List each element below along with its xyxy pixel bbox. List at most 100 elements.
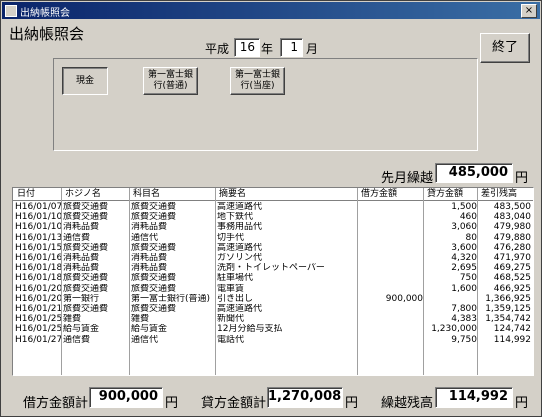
cell-account: 旅費交通費	[131, 212, 177, 223]
cell-account: 消耗品費	[131, 253, 168, 263]
cell-partner: 消耗品費	[63, 263, 100, 274]
cell-credit: 7,800	[451, 304, 477, 314]
cell-date: H16/01/20	[15, 283, 61, 294]
cell-partner: 通信費	[63, 334, 91, 345]
cell-credit: 750	[459, 273, 477, 284]
year-unit-label: 年	[261, 42, 274, 56]
cell-balance: 479,880	[493, 232, 531, 243]
close-icon[interactable]: ×	[521, 4, 537, 18]
table-row[interactable]: H16/01/15 旅費交通費 旅費交通費 高速道路代 3,600 476,280	[13, 243, 533, 253]
cell-balance: 469,275	[493, 263, 531, 274]
cell-date: H16/01/10	[15, 212, 61, 223]
debit-total-field: 900,000	[89, 387, 163, 408]
cell-account: 通信代	[131, 232, 159, 243]
header-memo[interactable]: 摘要名	[217, 188, 359, 200]
cell-memo: 地下鉄代	[217, 212, 254, 223]
cell-balance: 483,040	[493, 212, 531, 223]
cell-account: 第一富士銀行(普通)	[131, 293, 211, 304]
cell-memo: 12月分給与支払	[217, 324, 283, 335]
table-row[interactable]: H16/01/13 通信費 通信代 切手代 80 479,880	[13, 233, 533, 243]
exit-button[interactable]: 終了	[480, 33, 530, 63]
cell-memo: 事務用品代	[217, 222, 263, 233]
cell-account: 旅費交通費	[131, 283, 177, 294]
table-row[interactable]: H16/01/27 通信費 通信代 電話代 9,750 114,992	[13, 335, 533, 345]
cell-partner: 旅費交通費	[63, 283, 109, 294]
cell-memo: 洗剤・トイレットペーパー	[217, 263, 325, 274]
table-row[interactable]: H16/01/20 旅費交通費 旅費交通費 電車賃 1,600 466,925	[13, 284, 533, 294]
cell-memo: 高速道路代	[217, 202, 263, 212]
cell-balance: 479,980	[493, 222, 531, 233]
cell-balance: 1,354,742	[485, 314, 531, 325]
account-panel: 現金 第一富士銀 行(普通) 第一富士銀 行(当座)	[53, 58, 478, 151]
table-row[interactable]: H16/01/25 雑費 雑費 新聞代 4,383 1,354,742	[13, 314, 533, 324]
month-field[interactable]: 1	[280, 38, 303, 57]
cell-credit: 9,750	[451, 334, 477, 345]
table-row[interactable]: H16/01/20 第一銀行 第一富士銀行(普通) 引き出し 900,000 1,366,…	[13, 294, 533, 304]
table-row[interactable]: H16/01/21 旅費交通費 旅費交通費 高速道路代 7,800 1,359,125	[13, 304, 533, 314]
cell-date: H16/01/18	[15, 263, 61, 274]
table-row[interactable]: H16/01/16 消耗品費 消耗品費 ガソリン代 4,320 471,970	[13, 253, 533, 263]
cell-credit: 1,500	[451, 202, 477, 212]
title-bar: 出納帳照会 ×	[2, 2, 540, 19]
debit-total-unit: 円	[165, 396, 179, 411]
cell-account: 旅費交通費	[131, 202, 177, 212]
table-row[interactable]: H16/01/10 旅費交通費 旅費交通費 地下鉄代 460 483,040	[13, 212, 533, 222]
cell-account: 消耗品費	[131, 263, 168, 274]
carry-over-label: 先月繰越	[381, 171, 434, 186]
credit-total-field: 1,270,008	[267, 387, 343, 408]
cell-account: 旅費交通費	[131, 242, 177, 253]
cell-date: H16/01/25	[15, 324, 61, 335]
window-title: 出納帳照会	[20, 8, 70, 19]
cell-memo: 電話代	[217, 334, 245, 345]
cell-partner: 旅費交通費	[63, 242, 109, 253]
cell-account: 旅費交通費	[131, 304, 177, 314]
cell-memo: ガソリン代	[217, 253, 263, 263]
header-debit[interactable]: 借方金額	[359, 188, 425, 200]
balance-field: 114,992	[435, 387, 513, 408]
table-row[interactable]: H16/01/10 消耗品費 消耗品費 事務用品代 3,060 479,980	[13, 222, 533, 232]
cell-credit: 1,600	[451, 283, 477, 294]
cell-balance: 468,525	[493, 273, 531, 284]
cell-partner: 旅費交通費	[63, 304, 109, 314]
table-row[interactable]: H16/01/25 給与賃金 給与賃金 12月分給与支払 1,230,000 124,74…	[13, 324, 533, 334]
header-credit[interactable]: 貸方金額	[425, 188, 479, 200]
cell-credit: 3,060	[451, 222, 477, 233]
cell-partner: 消耗品費	[63, 253, 100, 263]
cell-partner: 旅費交通費	[63, 273, 109, 284]
cell-date: H16/01/27	[15, 334, 61, 345]
cell-balance: 114,992	[493, 334, 531, 345]
page-title: 出納帳照会	[9, 25, 85, 43]
cell-account: 通信代	[131, 334, 159, 345]
cell-date: H16/01/16	[15, 253, 61, 263]
cell-partner: 通信費	[63, 232, 91, 243]
cell-memo: 駐車場代	[217, 273, 254, 284]
cell-partner: 雑費	[63, 314, 82, 325]
cell-date: H16/01/13	[15, 232, 61, 243]
account-button-bank-current[interactable]: 第一富士銀 行(当座)	[230, 67, 285, 95]
account-button-bank-ordinary[interactable]: 第一富士銀 行(普通)	[143, 67, 198, 95]
era-label: 平成	[205, 42, 230, 56]
table-row[interactable]: H16/01/07 旅費交通費 旅費交通費 高速道路代 1,500 483,500	[13, 202, 533, 212]
header-partner[interactable]: ホジノ名	[63, 188, 131, 200]
cell-balance: 476,280	[493, 242, 531, 253]
year-field[interactable]: 16	[234, 38, 260, 57]
header-account[interactable]: 科目名	[131, 188, 217, 200]
credit-total-unit: 円	[345, 396, 359, 411]
cell-memo: 高速道路代	[217, 242, 263, 253]
cell-date: H16/01/07	[15, 202, 61, 212]
table-row[interactable]: H16/01/18 旅費交通費 旅費交通費 駐車場代 750 468,525	[13, 273, 533, 283]
cell-account: 雑費	[131, 314, 150, 325]
cell-partner: 消耗品費	[63, 222, 100, 233]
carry-over-field: 485,000	[435, 163, 513, 183]
ledger-window: 出納帳照会 × 出納帳照会 平成 16 年 1 月 終了 現金 第一富士銀 行(…	[0, 0, 542, 417]
header-balance[interactable]: 差引残高	[479, 188, 533, 200]
app-icon	[5, 5, 17, 17]
table-row[interactable]: H16/01/18 消耗品費 消耗品費 洗剤・トイレットペーパー 2,695 469,27…	[13, 263, 533, 273]
header-date[interactable]: 日付	[15, 188, 63, 200]
cell-credit: 4,383	[451, 314, 477, 325]
account-button-cash[interactable]: 現金	[62, 67, 108, 95]
cell-date: H16/01/21	[15, 304, 61, 314]
cell-credit: 3,600	[451, 242, 477, 253]
cell-memo: 切手代	[217, 232, 245, 243]
cell-credit: 80	[465, 232, 477, 243]
